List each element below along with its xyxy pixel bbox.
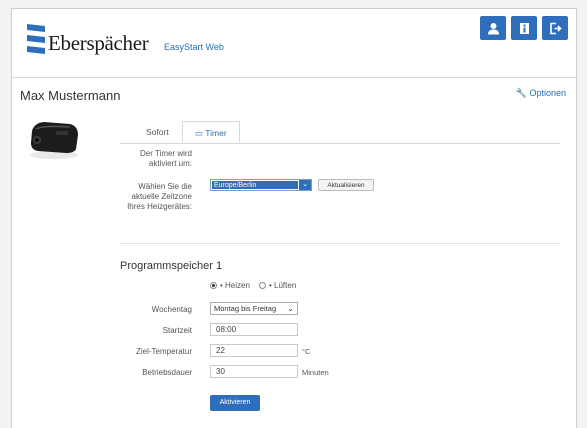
duration-input[interactable]: 30 <box>210 365 298 378</box>
user-icon <box>487 22 499 34</box>
logout-button[interactable] <box>542 16 568 40</box>
eberspaecher-logo-icon <box>27 24 45 54</box>
tab-timer[interactable]: ▭ Timer <box>182 121 240 143</box>
weekday-label: Wochentag <box>151 305 192 314</box>
duration-label: Betriebsdauer <box>142 368 192 377</box>
brand-name: Eberspächer <box>48 31 149 55</box>
user-name: Max Mustermann <box>20 88 121 103</box>
start-time-label: Startzeit <box>162 326 192 335</box>
weekday-value: Montag bis Freitag <box>214 304 277 313</box>
start-time-input[interactable]: 08:00 <box>210 323 298 336</box>
heater-device-image <box>30 122 78 159</box>
timer-activated-label: Der Timer wird aktiviert um: <box>139 149 192 168</box>
timezone-label: Wählen Sie die aktuelle Zeitzone Ihres H… <box>127 182 192 211</box>
header-divider <box>12 77 576 78</box>
mode-radio-heizen[interactable] <box>210 282 217 289</box>
activate-button[interactable]: Aktivieren <box>210 395 260 411</box>
mode-label-heizen: • Heizen <box>220 281 250 290</box>
chevron-down-icon: ⌄ <box>287 304 294 313</box>
update-button[interactable]: Aktualisieren <box>318 179 374 191</box>
heizen-text: Heizen <box>225 281 250 290</box>
header: Eberspächer EasyStart Web <box>12 9 576 73</box>
timezone-value: Europe/Berlin <box>212 181 298 189</box>
timer-tab-icon: ▭ <box>195 128 206 138</box>
logout-icon <box>549 22 562 34</box>
mode-radio-lueften[interactable] <box>259 282 266 289</box>
info-button[interactable] <box>511 16 537 40</box>
wrench-icon: 🔧 <box>515 88 527 98</box>
tab-bar: Sofort ▭ Timer <box>120 121 560 144</box>
profile-button[interactable] <box>480 16 506 40</box>
section-divider <box>120 243 560 244</box>
info-icon <box>519 22 529 34</box>
tab-timer-label: Timer <box>205 128 227 138</box>
program-title: Programmspeicher 1 <box>120 260 223 272</box>
product-name: EasyStart Web <box>164 42 224 52</box>
lueften-text: Lüften <box>274 281 297 290</box>
target-temp-label: Ziel-Temperatur <box>135 347 192 356</box>
temp-unit: °C <box>302 347 311 356</box>
options-link[interactable]: 🔧 Optionen <box>516 88 566 99</box>
timezone-select[interactable]: Europe/Berlin ⌄ <box>210 179 312 191</box>
weekday-select[interactable]: Montag bis Freitag ⌄ <box>210 302 298 315</box>
options-label: Optionen <box>529 88 566 98</box>
target-temp-input[interactable]: 22 <box>210 344 298 357</box>
mode-label-lueften: • Lüften <box>269 281 297 290</box>
chevron-down-icon: ⌄ <box>299 180 311 190</box>
app-window: Eberspächer EasyStart Web Max Mustermann… <box>11 8 577 428</box>
duration-unit: Minuten <box>302 368 329 377</box>
tab-sofort[interactable]: Sofort <box>134 121 181 143</box>
